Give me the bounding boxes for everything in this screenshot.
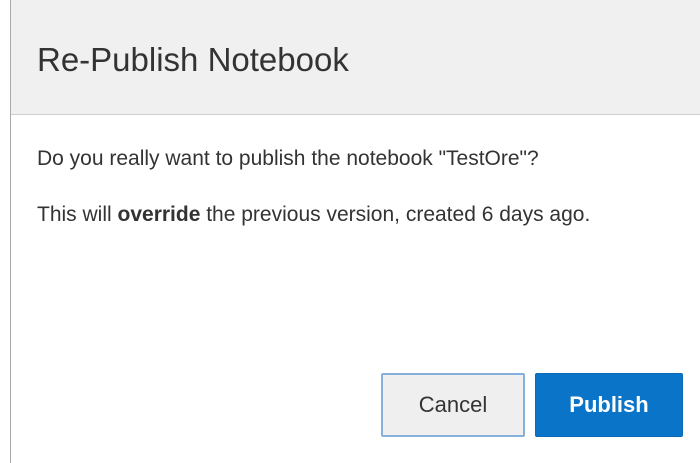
- publish-button[interactable]: Publish: [535, 373, 683, 437]
- confirm-message: Do you really want to publish the notebo…: [37, 147, 539, 170]
- dialog-footer: Cancel Publish: [381, 373, 683, 437]
- override-warning: This will override the previous version,…: [37, 201, 677, 229]
- republish-dialog: Re-Publish Notebook Do you really want t…: [10, 0, 700, 463]
- override-warning-prefix: This will: [37, 203, 118, 226]
- dialog-body: Do you really want to publish the notebo…: [37, 145, 677, 229]
- cancel-button[interactable]: Cancel: [381, 373, 525, 437]
- dialog-header: Re-Publish Notebook: [11, 0, 700, 115]
- override-warning-suffix: the previous version, created 6 days ago…: [200, 203, 591, 226]
- dialog-title: Re-Publish Notebook: [37, 41, 349, 78]
- override-keyword: override: [117, 203, 201, 226]
